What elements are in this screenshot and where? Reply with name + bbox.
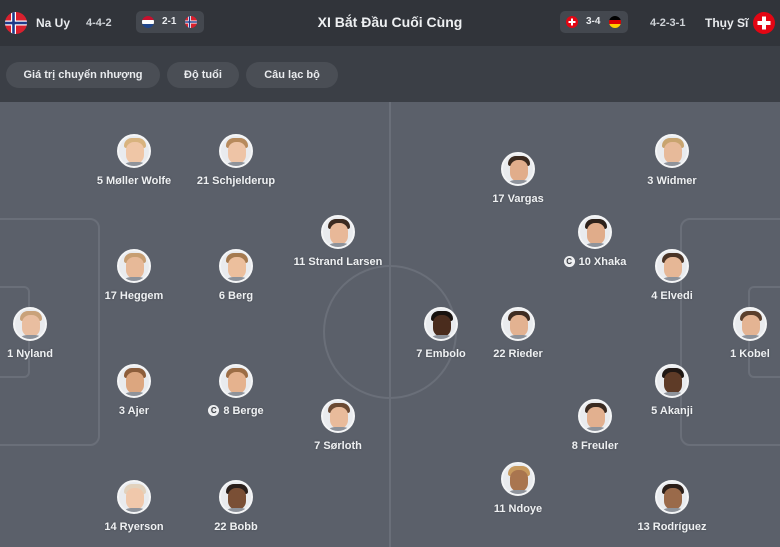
player-name: 7 Embolo xyxy=(416,348,466,360)
pitch: 1 Nyland 5 Møller Wolfe 21 Schjelderup 1… xyxy=(0,102,780,547)
player-name: 22 Bobb xyxy=(214,521,258,533)
player-avatar xyxy=(578,399,612,433)
switzerland-flag-icon xyxy=(753,12,775,34)
player-card[interactable]: 11 Ndoye xyxy=(448,462,588,515)
player-name: 11 Strand Larsen xyxy=(293,256,383,268)
captain-icon: C xyxy=(208,405,220,416)
player-card[interactable]: 22 Bobb xyxy=(166,480,306,533)
player-name: 13 Rodríguez xyxy=(637,521,707,533)
player-avatar xyxy=(219,134,253,168)
player-avatar xyxy=(655,480,689,514)
player-avatar xyxy=(655,134,689,168)
player-name: 1 Nyland xyxy=(7,348,53,360)
player-card[interactable]: 13 Rodríguez xyxy=(602,480,742,533)
player-name: 6 Berg xyxy=(218,290,254,302)
player-avatar xyxy=(117,134,151,168)
player-avatar xyxy=(578,215,612,249)
player-avatar xyxy=(219,480,253,514)
player-avatar xyxy=(321,399,355,433)
filter-market-value-button[interactable]: Giá trị chuyển nhượng xyxy=(6,62,160,88)
player-avatar xyxy=(655,364,689,398)
player-name: C 10 Xhaka xyxy=(525,256,665,268)
filter-club-button[interactable]: Câu lạc bộ xyxy=(246,62,338,88)
player-avatar xyxy=(321,215,355,249)
player-avatar xyxy=(117,249,151,283)
germany-flag-icon xyxy=(609,16,621,28)
player-name: 7 Sørloth xyxy=(314,440,362,452)
away-formation: 4-2-3-1 xyxy=(650,17,686,29)
player-card[interactable]: 11 Strand Larsen xyxy=(268,215,408,268)
player-avatar xyxy=(733,307,767,341)
player-card[interactable]: 1 Kobel xyxy=(680,307,780,360)
player-card[interactable]: 21 Schjelderup xyxy=(166,134,306,187)
player-avatar xyxy=(424,307,458,341)
player-name: 21 Schjelderup xyxy=(196,175,276,187)
player-name: 11 Ndoye xyxy=(493,503,543,515)
away-last-score: 3-4 xyxy=(586,16,601,27)
player-name: 8 Freuler xyxy=(571,440,619,452)
player-card[interactable]: 3 Widmer xyxy=(602,134,742,187)
player-name: 4 Elvedi xyxy=(651,290,693,302)
player-avatar xyxy=(219,364,253,398)
player-avatar xyxy=(13,307,47,341)
switzerland-flag-icon xyxy=(566,16,578,28)
player-card[interactable]: 7 Embolo xyxy=(371,307,511,360)
player-name: 1 Kobel xyxy=(730,348,770,360)
player-avatar xyxy=(501,152,535,186)
player-name: 17 Vargas xyxy=(492,193,544,205)
player-card[interactable]: 1 Nyland xyxy=(0,307,100,360)
away-team-name[interactable]: Thụy Sĩ xyxy=(705,16,748,30)
player-card[interactable]: 8 Freuler xyxy=(525,399,665,452)
player-avatar xyxy=(219,249,253,283)
player-name: 3 Widmer xyxy=(647,175,697,187)
filter-bar: Giá trị chuyển nhượng Độ tuổi Câu lạc bộ xyxy=(0,46,780,102)
away-last-result[interactable]: 3-4 xyxy=(560,11,628,33)
player-card[interactable]: 7 Sørloth xyxy=(268,399,408,452)
player-avatar xyxy=(117,480,151,514)
filter-age-button[interactable]: Độ tuổi xyxy=(167,62,239,88)
match-header: Na Uy 4-4-2 2-1 XI Bắt Đầu Cuối Cùng 3-4… xyxy=(0,0,780,46)
player-card[interactable]: 17 Vargas xyxy=(448,152,588,205)
captain-icon: C xyxy=(563,256,575,267)
player-avatar xyxy=(501,462,535,496)
player-card[interactable]: C 10 Xhaka xyxy=(525,215,665,268)
player-avatar xyxy=(117,364,151,398)
